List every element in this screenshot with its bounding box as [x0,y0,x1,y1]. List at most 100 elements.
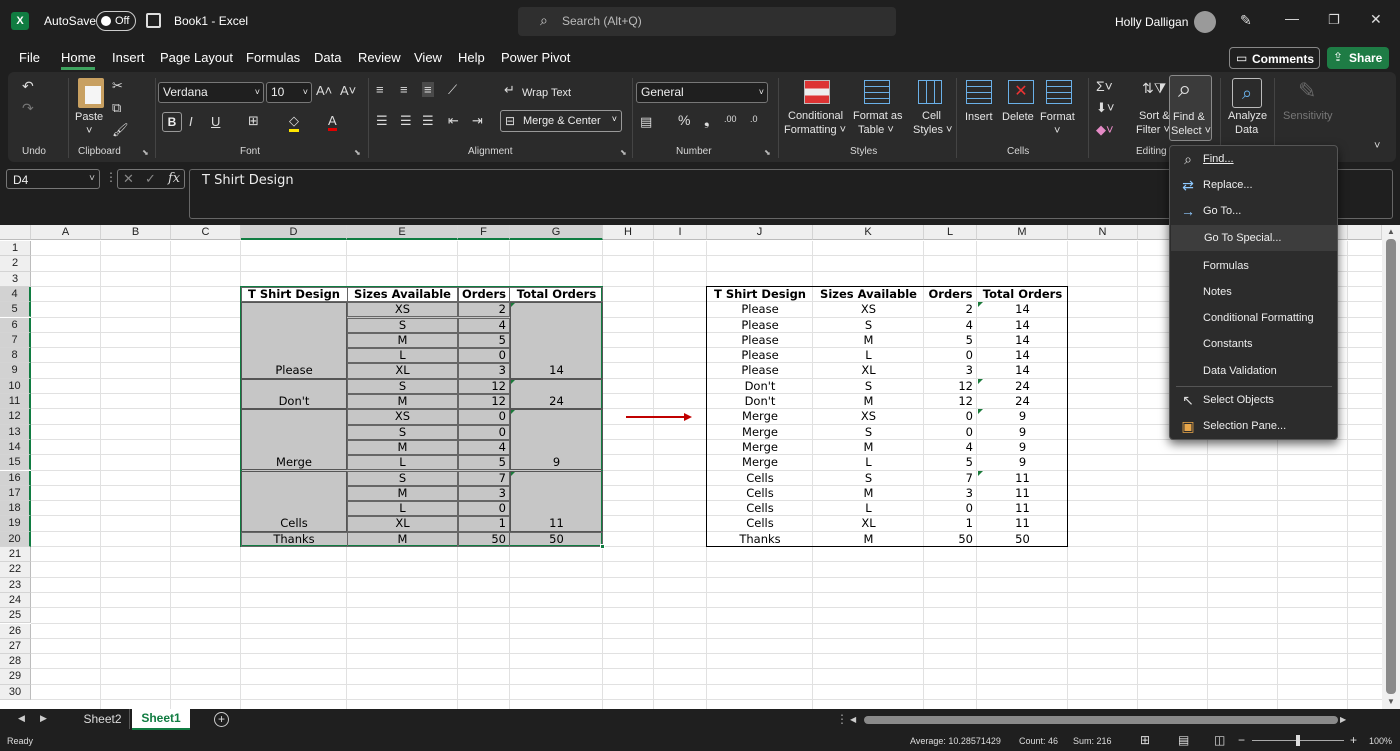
prev-sheet-icon[interactable]: ◀ [18,713,25,724]
decrease-decimal-icon[interactable]: .0 [750,114,758,124]
status-count[interactable]: Count: 46 [1019,736,1058,746]
redo-icon[interactable]: ↷ [22,100,34,117]
tab-view[interactable]: View [414,50,442,65]
orders-cell[interactable]: 50 [458,532,510,547]
align-right-icon[interactable]: ☰ [422,113,434,129]
size-cell[interactable]: L [813,455,924,470]
zoom-slider[interactable] [1252,735,1344,746]
align-middle-icon[interactable]: ≡ [400,82,408,97]
align-top-icon[interactable]: ≡ [376,82,384,97]
total-cell[interactable]: 24 [977,394,1068,409]
sheet-tab-sheet2[interactable]: Sheet2 [76,709,130,729]
tab-split-icon[interactable]: ⋮ [836,712,848,726]
size-cell[interactable]: XL [347,516,458,531]
format-chevron-icon[interactable]: ˅ [1054,124,1060,138]
size-cell[interactable]: XL [813,516,924,531]
avatar[interactable] [1194,11,1216,33]
orders-cell[interactable]: 2 [924,302,977,317]
next-sheet-icon[interactable]: ▶ [40,713,47,724]
normal-view-icon[interactable]: ⊞ [1140,733,1150,747]
orientation-icon[interactable]: ⟋ [448,82,457,98]
total-cell[interactable]: 14 [510,363,603,378]
menu-item-find[interactable]: ⌕ Find... [1170,146,1338,172]
orders-cell[interactable]: 3 [458,486,510,501]
size-cell[interactable]: S [347,471,458,486]
status-sum[interactable]: Sum: 216 [1073,736,1112,746]
total-cell[interactable]: 11 [977,471,1068,486]
tab-data[interactable]: Data [314,50,341,65]
orders-cell[interactable]: 12 [924,379,977,394]
orders-cell[interactable]: 1 [924,516,977,531]
vertical-scrollbar[interactable]: ▲ ▼ [1382,225,1400,709]
size-cell[interactable]: S [347,318,458,333]
design-cell[interactable]: Cells [241,516,347,531]
total-cell[interactable]: 14 [977,333,1068,348]
confirm-entry-icon[interactable]: ✓ [145,171,156,187]
total-cell[interactable]: 24 [977,379,1068,394]
delete-cells-button[interactable]: Delete [1002,110,1034,124]
size-cell[interactable]: S [347,425,458,440]
scroll-up-icon[interactable]: ▲ [1387,227,1395,236]
orders-cell[interactable]: 7 [458,471,510,486]
underline-icon[interactable]: U [211,114,220,129]
collapse-ribbon-icon[interactable]: ˅ [1374,140,1380,152]
size-cell[interactable]: S [813,379,924,394]
cancel-entry-icon[interactable]: ✕ [123,171,134,187]
decrease-font-icon[interactable]: A˅ [340,83,356,98]
design-cell[interactable]: Cells [707,516,813,531]
size-cell[interactable]: XS [813,409,924,424]
delete-cells-icon[interactable]: ✕ [1008,80,1034,104]
format-as-table-button[interactable]: Format as [853,109,903,123]
menu-item-data-validation[interactable]: Data Validation [1170,358,1338,384]
total-cell[interactable]: 24 [510,394,603,409]
tab-help[interactable]: Help [458,50,485,65]
search-box[interactable]: ⌕ Search (Alt+Q) [518,7,896,36]
font-name-dropdown[interactable]: Verdana ˅ [158,82,264,103]
design-cell[interactable]: Please [707,318,813,333]
table-header-cell[interactable]: Orders [924,287,977,302]
align-left-icon[interactable]: ☰ [376,113,388,129]
copy-icon[interactable]: ⧉ [112,100,121,116]
orders-cell[interactable]: 3 [924,486,977,501]
total-cell[interactable]: 14 [977,318,1068,333]
clipboard-launcher-icon[interactable]: ⬊ [142,148,149,157]
percent-icon[interactable]: % [678,112,690,128]
design-cell[interactable]: Please [241,363,347,378]
scroll-left-icon[interactable]: ◀ [850,715,856,724]
orders-cell[interactable]: 12 [458,394,510,409]
autosave-toggle[interactable]: Off [96,11,136,31]
total-cell[interactable]: 11 [977,501,1068,516]
increase-decimal-icon[interactable]: .00 [724,114,737,124]
orders-cell[interactable]: 0 [458,409,510,424]
fill-handle[interactable] [600,544,605,549]
total-cell[interactable]: 11 [510,516,603,531]
total-cell[interactable]: 9 [977,440,1068,455]
font-size-dropdown[interactable]: 10 ˅ [266,82,312,103]
undo-icon[interactable]: ↶ [22,78,34,95]
orders-cell[interactable]: 0 [458,501,510,516]
size-cell[interactable]: XS [813,302,924,317]
scroll-thumb[interactable] [1386,239,1396,694]
design-cell[interactable]: Merge [241,455,347,470]
comments-button[interactable]: ▭ Comments [1229,47,1320,69]
orders-cell[interactable]: 4 [924,318,977,333]
size-cell[interactable]: M [347,333,458,348]
accounting-icon[interactable]: ▤ [640,114,652,130]
format-cells-icon[interactable] [1046,80,1072,104]
size-cell[interactable]: L [813,348,924,363]
font-launcher-icon[interactable]: ⬊ [354,148,361,157]
status-average[interactable]: Average: 10.28571429 [910,736,1001,746]
design-cell[interactable]: Merge [707,455,813,470]
total-cell[interactable]: 11 [977,486,1068,501]
size-cell[interactable]: M [347,532,458,547]
menu-item-constants[interactable]: Constants [1170,331,1338,357]
size-cell[interactable]: XL [347,363,458,378]
number-format-dropdown[interactable]: General ˅ [636,82,768,103]
total-cell[interactable]: 14 [977,348,1068,363]
h-scroll-thumb[interactable] [864,716,1338,724]
orders-cell[interactable]: 0 [458,348,510,363]
orders-cell[interactable]: 5 [458,333,510,348]
design-cell[interactable]: Cells [707,486,813,501]
format-painter-icon[interactable]: 🖌 [112,122,129,138]
size-cell[interactable]: M [813,394,924,409]
